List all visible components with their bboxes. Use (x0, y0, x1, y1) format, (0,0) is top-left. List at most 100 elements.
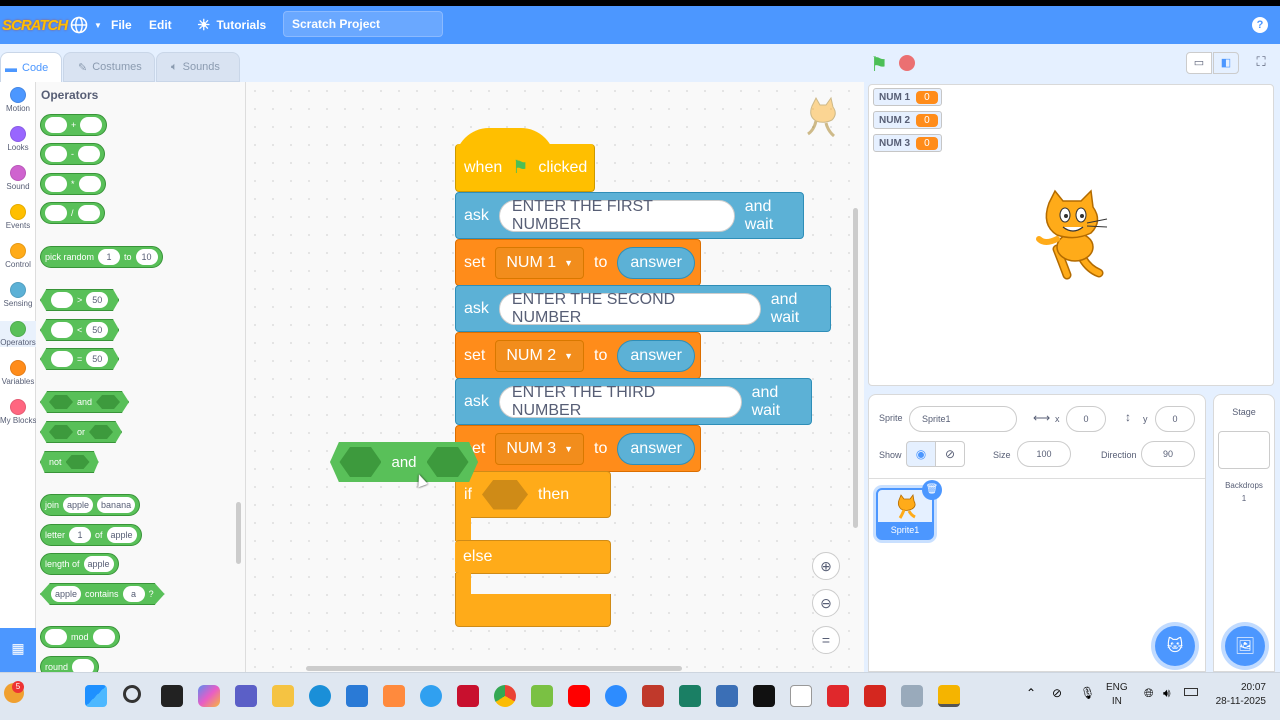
task-view-icon[interactable] (161, 685, 183, 707)
windows-start-icon[interactable] (85, 685, 107, 707)
volume-icon[interactable]: 🔊︎ (1163, 686, 1171, 701)
round-block[interactable]: round (40, 656, 100, 672)
variable-dropdown-3[interactable]: NUM 3 ▼ (495, 432, 585, 465)
normal-stage-button[interactable]: ◧ (1213, 52, 1239, 74)
mcafee-icon[interactable] (457, 685, 479, 707)
file-menu[interactable]: File (111, 6, 132, 44)
sprite-name-input[interactable]: Sprite1 (909, 406, 1017, 432)
teams-icon[interactable] (235, 685, 257, 707)
green-flag-button[interactable]: ⚑ (870, 52, 888, 77)
app-icon[interactable] (383, 685, 405, 707)
join-block[interactable]: join apple banana (40, 494, 141, 516)
y-input[interactable]: 0 (1155, 406, 1195, 432)
pick-random-block[interactable]: pick random 1 to 10 (40, 246, 163, 268)
ask-block-1[interactable]: ask ENTER THE FIRST NUMBER and wait (455, 192, 804, 239)
anydesk-icon[interactable] (827, 685, 849, 707)
category-sensing[interactable]: Sensing (0, 282, 36, 308)
app-icon-5[interactable] (901, 685, 923, 707)
empty-condition-slot[interactable] (482, 479, 528, 510)
zoom-out-button[interactable]: ⊖ (812, 589, 840, 617)
youtube-icon[interactable] (568, 685, 590, 707)
greater-than-block[interactable]: >50 (40, 289, 120, 311)
document-icon[interactable] (790, 685, 812, 707)
subtract-block[interactable]: - (40, 143, 105, 165)
set-block-1[interactable]: set NUM 1 ▼ to answer (455, 239, 701, 286)
edit-menu[interactable]: Edit (149, 6, 172, 44)
category-my-blocks[interactable]: My Blocks (0, 399, 36, 425)
direction-input[interactable]: 90 (1141, 441, 1195, 467)
category-motion[interactable]: Motion (0, 87, 36, 113)
horizontal-scrollbar[interactable] (306, 666, 682, 671)
stage-canvas[interactable]: NUM 10 NUM 20 NUM 30 (868, 84, 1274, 386)
if-else-block[interactable]: if then else (455, 471, 611, 633)
add-block[interactable]: + (40, 114, 108, 136)
answer-reporter-3[interactable]: answer (617, 432, 695, 465)
answer-reporter-2[interactable]: answer (617, 339, 695, 372)
language-menu[interactable]: ▼ (70, 6, 102, 44)
help-app-icon[interactable] (420, 685, 442, 707)
question-input-2[interactable]: ENTER THE SECOND NUMBER (498, 291, 761, 326)
edge-icon[interactable] (309, 685, 331, 707)
category-sound[interactable]: Sound (0, 165, 36, 191)
script-area[interactable]: when ⚑ clicked ask ENTER THE FIRST NUMBER… (246, 82, 864, 672)
less-than-block[interactable]: <50 (40, 319, 120, 341)
chrome-icon[interactable] (494, 685, 516, 707)
show-hidden-button[interactable]: ⊘ (935, 441, 965, 467)
when-flag-clicked-hat[interactable]: when ⚑ clicked (455, 128, 595, 194)
vertical-scrollbar[interactable] (853, 208, 858, 528)
app-icon-2[interactable] (642, 685, 664, 707)
snipping-icon[interactable] (531, 685, 553, 707)
battery-icon[interactable] (1184, 688, 1198, 696)
small-stage-button[interactable]: ▭ (1186, 52, 1212, 74)
globe-network-icon[interactable]: 🌐︎ (1144, 686, 1154, 701)
sprite-thumbnail[interactable]: Sprite1 🗑︎ (876, 480, 942, 540)
size-input[interactable]: 100 (1017, 441, 1071, 467)
clock[interactable]: 20:07 28-11-2025 (1216, 681, 1266, 709)
variable-dropdown-2[interactable]: NUM 2 ▼ (495, 339, 585, 372)
scratch-logo[interactable]: SCRATCH (2, 6, 68, 44)
question-input-3[interactable]: ENTER THE THIRD NUMBER (498, 384, 742, 419)
copilot-icon[interactable] (198, 685, 220, 707)
zoom-in-button[interactable]: ⊕ (812, 552, 840, 580)
language-indicator[interactable]: ENG IN (1106, 681, 1128, 709)
variable-dropdown-1[interactable]: NUM 1 ▼ (495, 246, 585, 279)
category-control[interactable]: Control (0, 243, 36, 269)
microphone-icon[interactable]: 🎙︎ (1080, 686, 1095, 700)
tutorials-button[interactable]: ☀ Tutorials (197, 6, 266, 44)
tab-code[interactable]: ▬ Code (0, 52, 62, 82)
app-icon-3[interactable] (679, 685, 701, 707)
or-block[interactable]: or (40, 421, 123, 443)
zoom-reset-button[interactable]: = (812, 626, 840, 654)
cat-sprite[interactable] (1027, 189, 1117, 281)
divide-block[interactable]: / (40, 202, 105, 224)
tab-sounds[interactable]: 🔈︎ Sounds (156, 52, 240, 82)
ask-block-3[interactable]: ask ENTER THE THIRD NUMBER and wait (455, 378, 812, 425)
network-off-icon[interactable]: ⊘ (1052, 686, 1062, 700)
category-operators[interactable]: Operators (0, 321, 36, 347)
mod-block[interactable]: mod (40, 626, 120, 648)
length-of-block[interactable]: length of apple (40, 553, 119, 575)
file-explorer-icon[interactable] (272, 685, 294, 707)
backdrop-thumbnail[interactable] (1218, 431, 1270, 469)
tab-costumes[interactable]: ✎ Costumes (63, 52, 155, 82)
zoom-app-icon[interactable] (605, 685, 627, 707)
choose-sprite-button[interactable]: 🐱︎ (1155, 626, 1195, 666)
delete-sprite-button[interactable]: 🗑︎ (922, 480, 942, 500)
chevron-up-icon[interactable]: ⌃ (1026, 686, 1036, 700)
category-looks[interactable]: Looks (0, 126, 36, 152)
show-visible-button[interactable]: ◉ (906, 441, 936, 467)
fullscreen-button[interactable]: ⛶ (1248, 52, 1274, 74)
choose-backdrop-button[interactable]: 🖼︎ (1225, 626, 1265, 666)
answer-reporter-1[interactable]: answer (617, 246, 695, 279)
and-block[interactable]: and (40, 391, 130, 413)
dragged-and-block[interactable]: and (330, 442, 478, 482)
x-input[interactable]: 0 (1066, 406, 1106, 432)
app-icon-4[interactable] (716, 685, 738, 707)
project-title-input[interactable]: Scratch Project (283, 11, 443, 37)
set-block-2[interactable]: set NUM 2 ▼ to answer (455, 332, 701, 379)
acrobat-icon[interactable] (864, 685, 886, 707)
letter-of-block[interactable]: letter 1 of apple (40, 524, 142, 546)
store-icon[interactable] (346, 685, 368, 707)
stop-button[interactable] (899, 55, 915, 71)
contains-block[interactable]: apple contains a? (40, 583, 165, 605)
